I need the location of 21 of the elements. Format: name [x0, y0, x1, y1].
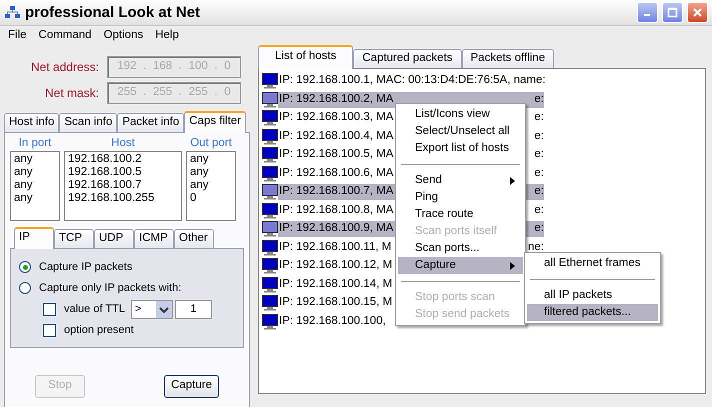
host-entry-text: e: — [534, 185, 544, 200]
radio-label: Capture only IP packets with: — [39, 282, 182, 295]
menu-item: Stop ports scan — [414, 290, 496, 305]
window-title: professional Look at Net — [25, 4, 200, 22]
host-entry-text: IP: 192.168.100.14, M — [279, 278, 392, 292]
host-entry-text: IP: 192.168.100.2, MA — [279, 92, 394, 107]
checkbox-label: value of TTL — [64, 302, 125, 316]
host-entry-text: IP: 192.168.100.7, MA — [279, 185, 394, 200]
net-mask-label: Net mask: — [44, 86, 100, 100]
button: Stop — [35, 374, 85, 398]
host-entry-text: IP: 192.168.100.9, MA — [279, 222, 394, 236]
column-header: Out port — [189, 137, 233, 151]
radio-label: Capture IP packets — [39, 260, 132, 274]
host-entry-text: e: — [534, 92, 544, 107]
host-entry-text: e: — [534, 222, 544, 236]
net-address-label: Net address: — [30, 60, 100, 74]
checkbox-label: option present — [64, 324, 134, 337]
column-header: Host — [110, 137, 136, 151]
column-header: In port — [18, 137, 52, 151]
menu-item: Scan ports itself — [414, 224, 498, 239]
menu-item: Stop send packets — [414, 306, 511, 322]
